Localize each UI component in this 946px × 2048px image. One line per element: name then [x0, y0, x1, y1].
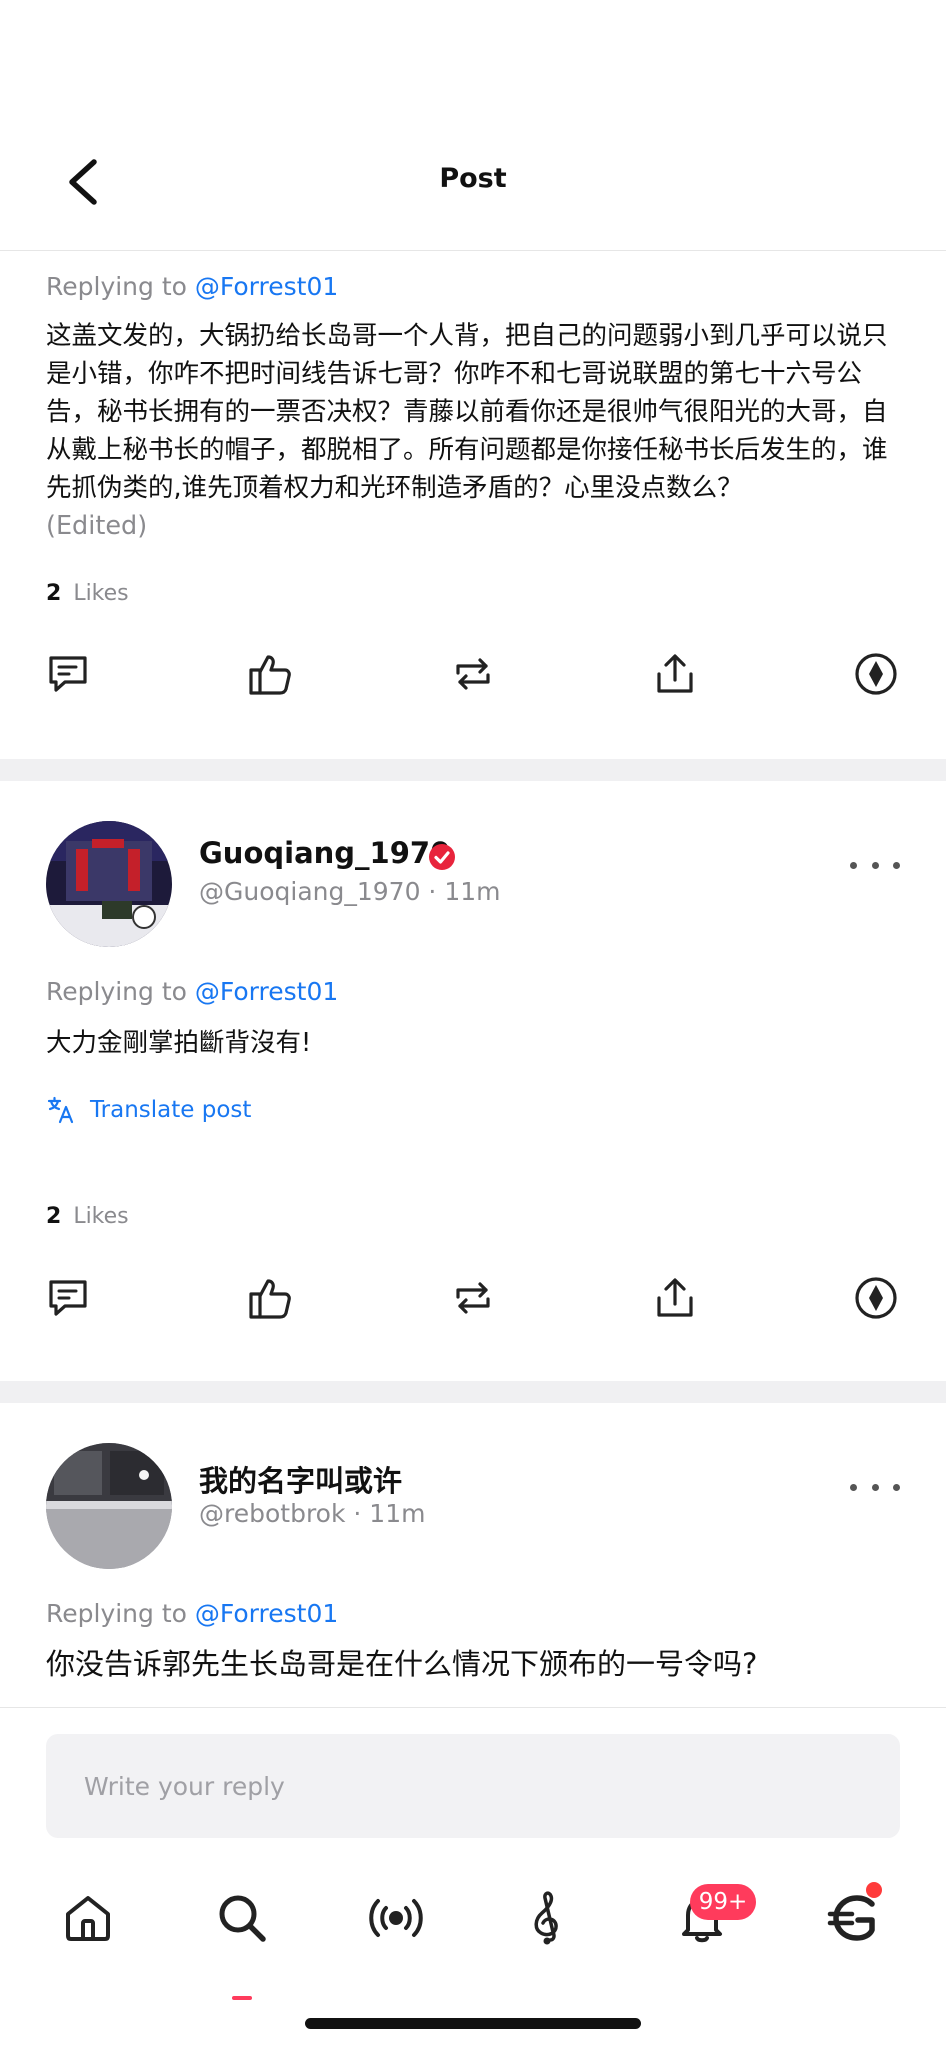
post-item: 我的名字叫或许 @rebotbrok · 11m Replying to @Fo… — [0, 1403, 946, 1707]
post-text: 你没告诉郭先生长岛哥是在什么情况下颁布的一号令吗? — [46, 1647, 758, 1681]
post-separator — [0, 759, 946, 781]
page-title: Post — [439, 163, 507, 194]
post-item: Guoqiang_1970 @Guoqiang_1970 · 11m Reply… — [0, 781, 946, 1381]
author-name[interactable]: 我的名字叫或许 — [199, 1458, 402, 1500]
repost-icon — [456, 658, 490, 690]
comment-icon — [49, 1280, 87, 1316]
tab-home[interactable] — [50, 1880, 126, 1956]
like-button[interactable] — [240, 1268, 300, 1328]
avatar[interactable] — [46, 821, 172, 947]
post-text: 大力金剛掌拍斷背沒有! — [46, 1028, 312, 1058]
broadcast-icon — [369, 1899, 423, 1937]
dot-icon — [893, 1483, 900, 1491]
avatar[interactable] — [46, 1443, 172, 1569]
author-name[interactable]: Guoqiang_1970 — [199, 836, 450, 870]
tab-music[interactable] — [510, 1880, 586, 1956]
home-icon — [66, 1896, 110, 1941]
more-options-button[interactable] — [850, 850, 900, 880]
thumbs-up-icon — [249, 1279, 291, 1319]
post-text: 这盖文发的，大锅扔给长岛哥一个人背，把自己的问题弱小到几乎可以说只是小错，你咋不… — [46, 321, 888, 541]
share-icon — [657, 654, 693, 693]
more-options-button[interactable] — [850, 1472, 900, 1502]
replying-to: Replying to @Forrest01 — [46, 977, 339, 1006]
repost-button[interactable] — [443, 644, 503, 704]
avatar-image — [46, 821, 172, 947]
author-meta: @rebotbrok · 11m — [199, 1499, 426, 1528]
dot-icon — [871, 861, 879, 869]
replying-to: Replying to @Forrest01 — [46, 1599, 339, 1628]
author-meta: @Guoqiang_1970 · 11m — [199, 877, 501, 906]
tab-search[interactable] — [204, 1880, 280, 1956]
treble-clef-icon — [534, 1891, 558, 1945]
diamond-coin-icon — [855, 1277, 897, 1319]
replying-handle-link[interactable]: @Forrest01 — [195, 977, 338, 1006]
repost-icon — [456, 1282, 490, 1314]
notification-badge: 99+ — [690, 1884, 756, 1920]
post-list[interactable]: Replying to @Forrest01 这盖文发的，大锅扔给长岛哥一个人背… — [0, 251, 946, 1707]
translate-post-button[interactable]: Translate post — [46, 1094, 251, 1126]
active-tab-indicator — [232, 1996, 252, 2000]
comment-icon — [49, 656, 87, 692]
dot-icon — [893, 861, 900, 869]
post-separator — [0, 1381, 946, 1403]
reply-input[interactable] — [46, 1734, 900, 1838]
comment-button[interactable] — [38, 1268, 98, 1328]
dot-icon — [871, 1483, 879, 1491]
verified-badge-icon — [429, 844, 455, 870]
post-actions — [0, 1268, 946, 1328]
share-button[interactable] — [645, 1268, 705, 1328]
wallet-notification-dot — [866, 1882, 882, 1898]
g-coin-icon — [827, 1895, 875, 1941]
home-indicator — [305, 2018, 641, 2029]
likes-count[interactable]: 2 Likes — [46, 581, 129, 606]
dot-icon — [850, 1483, 857, 1491]
comment-button[interactable] — [38, 644, 98, 704]
replying-handle-link[interactable]: @Forrest01 — [195, 1599, 338, 1628]
top-bar: Post — [0, 0, 946, 251]
post-actions — [0, 644, 946, 704]
repost-button[interactable] — [443, 1268, 503, 1328]
diamond-coin-icon — [855, 653, 897, 695]
avatar-image — [46, 1443, 172, 1569]
share-button[interactable] — [645, 644, 705, 704]
post-item: Replying to @Forrest01 这盖文发的，大锅扔给长岛哥一个人背… — [0, 251, 946, 759]
edited-label: (Edited) — [46, 511, 148, 541]
translate-icon — [47, 1096, 74, 1124]
replying-to: Replying to @Forrest01 — [46, 272, 339, 301]
replying-handle-link[interactable]: @Forrest01 — [195, 272, 338, 301]
reply-bar — [0, 1707, 946, 1848]
tip-button[interactable] — [846, 1268, 906, 1328]
tab-live[interactable] — [358, 1880, 434, 1956]
tip-button[interactable] — [846, 644, 906, 704]
thumbs-up-icon — [249, 655, 291, 695]
likes-count[interactable]: 2 Likes — [46, 1204, 129, 1229]
like-button[interactable] — [240, 644, 300, 704]
search-icon — [219, 1895, 266, 1942]
share-icon — [657, 1278, 693, 1317]
dot-icon — [850, 861, 857, 869]
